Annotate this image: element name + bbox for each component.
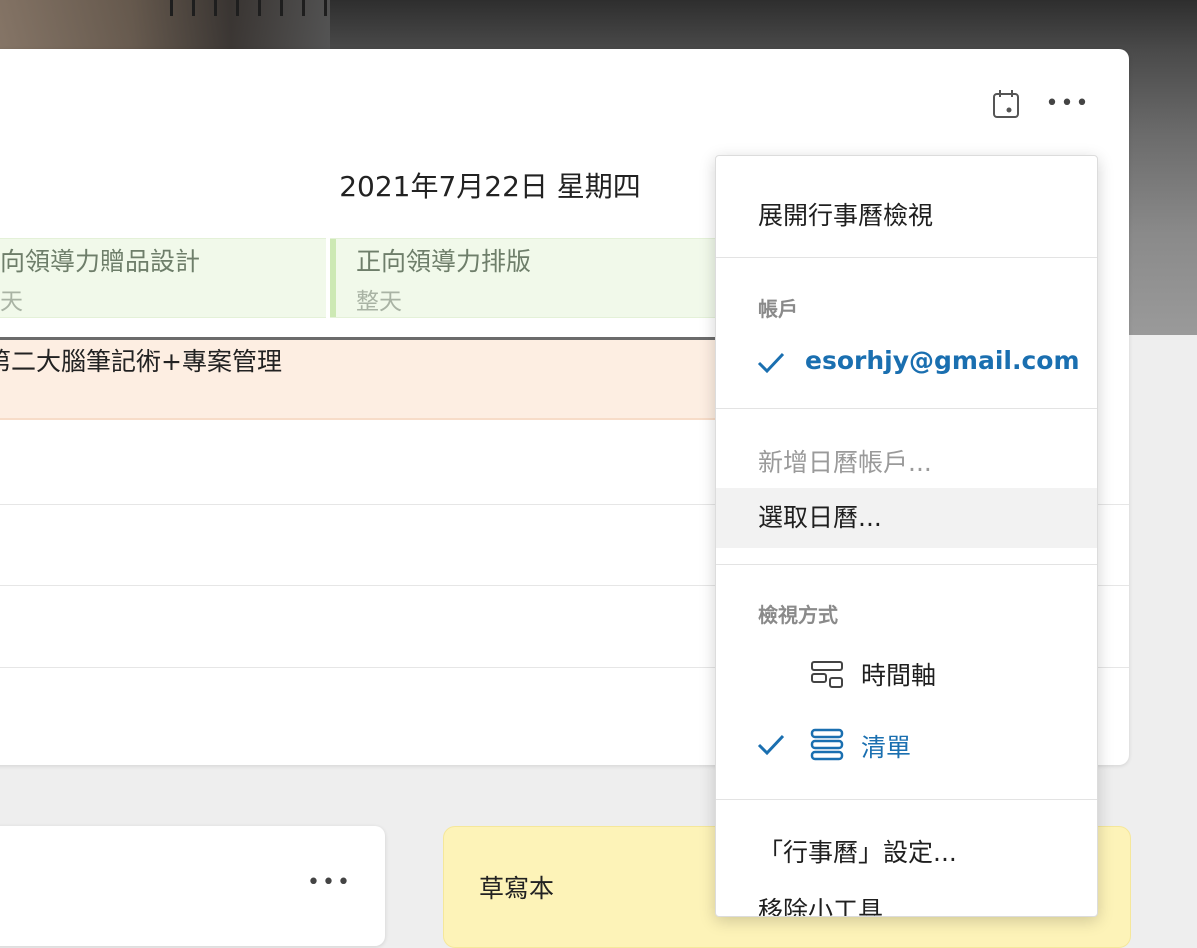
calendar-options-menu: 展開行事曆檢視 帳戶 esorhjy@gmail.com 新增日曆帳戶... 選… (715, 155, 1098, 917)
menu-divider (716, 408, 1097, 409)
menu-divider (716, 257, 1097, 258)
menu-item-remove-widget[interactable]: 移除小工具 (716, 891, 1097, 916)
view-timeline-label: 時間軸 (861, 661, 937, 690)
sticky-title: 草寫本 (479, 874, 555, 903)
event-title: 第二大腦筆記術+專案管理 (0, 347, 282, 376)
more-options-button[interactable]: ••• (1046, 89, 1089, 119)
timed-event[interactable]: 第二大腦筆記術+專案管理 (0, 340, 740, 420)
timeline-icon (810, 659, 844, 689)
account-email: esorhjy@gmail.com (805, 346, 1080, 375)
checkmark-icon (756, 350, 786, 376)
event-subtitle: 天 (0, 289, 23, 315)
event-color-bar (330, 239, 336, 317)
section-label-account: 帳戶 (758, 297, 798, 321)
menu-divider (716, 799, 1097, 800)
checkmark-icon (756, 732, 786, 758)
menu-item-view-list[interactable]: 清單 (716, 728, 1097, 768)
event-subtitle: 整天 (356, 289, 402, 315)
menu-item-expand-view[interactable]: 展開行事曆檢視 (716, 196, 1097, 232)
menu-item-add-account[interactable]: 新增日曆帳戶... (716, 443, 1097, 479)
menu-item-settings[interactable]: 「行事曆」設定... (716, 833, 1097, 869)
widget-card: ••• (0, 826, 385, 946)
allday-event[interactable]: 正向領導力排版 整天 (330, 238, 730, 318)
menu-item-view-timeline[interactable]: 時間軸 (716, 656, 1097, 696)
allday-event[interactable]: 向領導力贈品設計 天 (0, 238, 326, 318)
section-label-view: 檢視方式 (758, 603, 838, 627)
menu-divider (716, 564, 1097, 565)
view-list-label: 清單 (861, 733, 912, 762)
list-icon (810, 728, 844, 761)
event-title: 向領導力贈品設計 (0, 247, 201, 276)
pier-posts (170, 0, 330, 16)
calendar-day-icon[interactable] (991, 89, 1021, 119)
more-options-button[interactable]: ••• (307, 870, 352, 895)
event-title: 正向領導力排版 (356, 247, 532, 276)
menu-item-choose-calendar[interactable]: 選取日曆... (716, 488, 1097, 548)
